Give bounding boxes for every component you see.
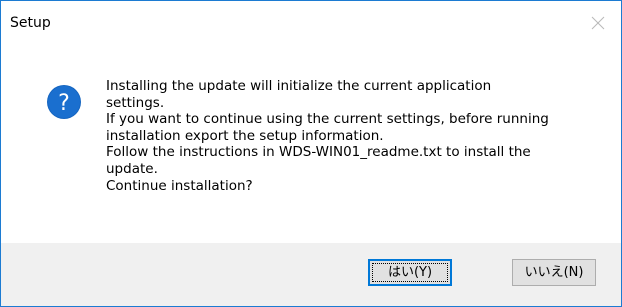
close-icon (591, 16, 605, 30)
message-line: installation export the setup informatio… (106, 127, 384, 144)
button-bar: はい(Y) いいえ(N) (1, 243, 621, 306)
close-button[interactable] (575, 1, 621, 47)
message-line: Continue installation? (106, 177, 253, 194)
svg-text:?: ? (58, 91, 70, 116)
setup-dialog: Setup ? Installing the update will initi… (0, 0, 622, 307)
dialog-content: ? Installing the update will initialize … (1, 47, 621, 243)
yes-button[interactable]: はい(Y) (368, 259, 452, 286)
message-line: update. (106, 160, 158, 177)
window-title: Setup (10, 15, 51, 31)
yes-button-label: はい(Y) (387, 265, 433, 280)
message-line: Follow the instructions in WDS-WIN01_rea… (106, 144, 531, 161)
message-text: Installing the update will initialize th… (106, 78, 586, 194)
message-line: settings. (106, 94, 165, 111)
message-line: Installing the update will initialize th… (106, 78, 492, 94)
no-button-label: いいえ(N) (524, 265, 584, 280)
question-icon: ? (46, 84, 82, 120)
message-line: If you want to continue using the curren… (106, 111, 549, 128)
no-button[interactable]: いいえ(N) (512, 259, 596, 286)
title-bar[interactable]: Setup (1, 1, 621, 47)
